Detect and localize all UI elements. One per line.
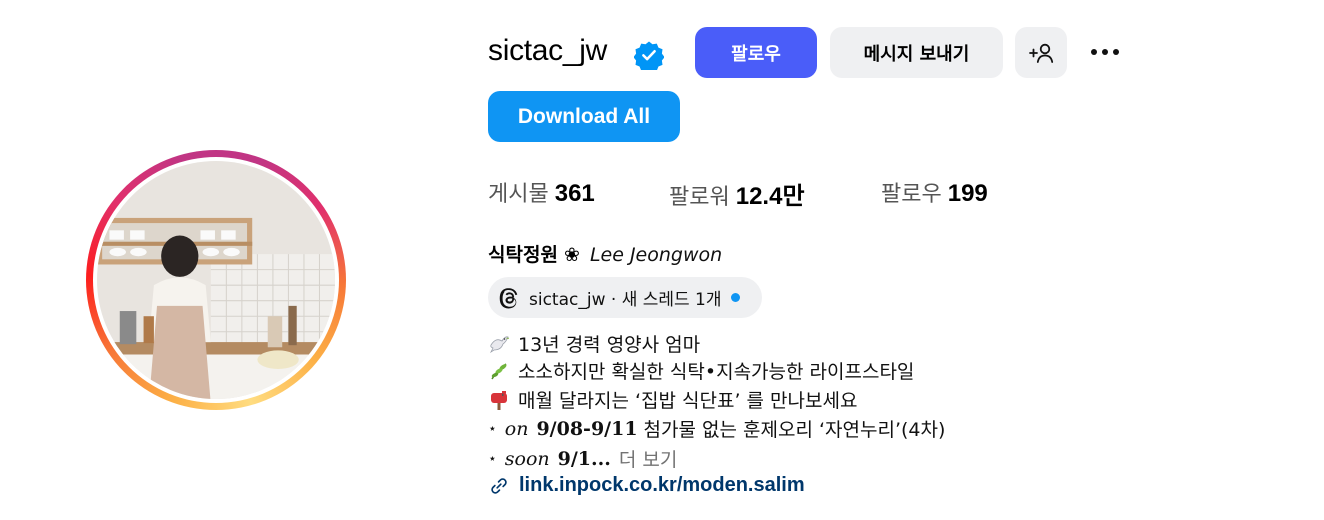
mailbox-icon	[491, 390, 507, 410]
dove-icon	[489, 335, 510, 353]
star-bullet: ⋆	[488, 450, 497, 467]
bio-dates: 9/1...	[557, 447, 611, 470]
link-icon	[491, 477, 507, 494]
bio-line-text: 소소하지만 확실한 식탁•지속가능한 라이프스타일	[518, 361, 915, 383]
stat-value: 12.4만	[735, 183, 805, 210]
stat-value: 361	[554, 180, 595, 207]
username: sictac_jw	[488, 34, 607, 67]
bio-line: ⋆ on 9/08-9/11 첨가물 없는 훈제오리 ‘자연누리’(4차)	[488, 415, 945, 442]
bio-word: on	[504, 417, 529, 440]
bio-link[interactable]: link.inpock.co.kr/moden.salim	[488, 474, 805, 497]
bio-line: 13년 경력 영양사 엄마	[488, 330, 700, 357]
add-user-icon	[1029, 43, 1054, 63]
more-dot-icon	[1102, 49, 1108, 55]
bio-dates: 9/08-9/11	[536, 417, 638, 440]
bio-line-text: 매월 달라지는 ‘집밥 식단표’ 를 만나보세요	[518, 390, 858, 412]
posts-count: 게시물 361	[488, 176, 595, 208]
threads-text: sictac_jw · 새 스레드 1개	[529, 290, 722, 310]
threads-badge[interactable]: sictac_jw · 새 스레드 1개	[488, 277, 762, 318]
followers-count[interactable]: 팔로워 12.4만	[669, 176, 805, 211]
full-name-korean: 식탁정원	[488, 244, 558, 266]
more-dot-icon	[1113, 49, 1119, 55]
profile-avatar-ring[interactable]	[86, 150, 346, 410]
stat-value: 199	[947, 180, 988, 207]
avatar-border	[93, 157, 339, 403]
threads-icon	[499, 287, 518, 308]
verified-badge-icon	[634, 41, 664, 70]
bio-line: 소소하지만 확실한 식탁•지속가능한 라이프스타일	[488, 357, 914, 384]
suggest-user-button[interactable]	[1015, 27, 1067, 78]
following-count[interactable]: 팔로우 199	[881, 176, 988, 208]
bio-line: 매월 달라지는 ‘집밥 식단표’ 를 만나보세요	[488, 386, 857, 413]
download-all-button[interactable]: Download All	[488, 91, 680, 142]
avatar[interactable]	[97, 161, 335, 399]
star-bullet: ⋆	[488, 420, 497, 437]
bio-line: ⋆ soon 9/1... 더 보기	[488, 445, 677, 472]
bio-line-text: 첨가물 없는 훈제오리 ‘자연누리’(4차)	[643, 419, 946, 441]
bio-word: soon	[504, 447, 550, 470]
message-button[interactable]: 메시지 보내기	[830, 27, 1003, 78]
full-name: 식탁정원 ❀ Lee Jeongwon	[488, 240, 722, 267]
more-dot-icon	[1091, 49, 1097, 55]
bio-line-text: 13년 경력 영양사 엄마	[518, 334, 701, 356]
more-options-button[interactable]	[1085, 37, 1125, 67]
stat-label: 게시물	[488, 182, 549, 207]
follow-button[interactable]: 팔로우	[695, 27, 817, 78]
link-text[interactable]: link.inpock.co.kr/moden.salim	[519, 474, 805, 497]
avatar-photo	[97, 161, 335, 399]
full-name-english: Lee Jeongwon	[589, 244, 723, 266]
flower-symbol: ❀	[563, 244, 580, 266]
new-indicator-dot	[730, 293, 740, 302]
herb-icon	[491, 362, 507, 379]
see-more-link[interactable]: 더 보기	[619, 445, 677, 472]
stat-label: 팔로우	[881, 182, 942, 207]
stat-label: 팔로워	[669, 185, 730, 210]
